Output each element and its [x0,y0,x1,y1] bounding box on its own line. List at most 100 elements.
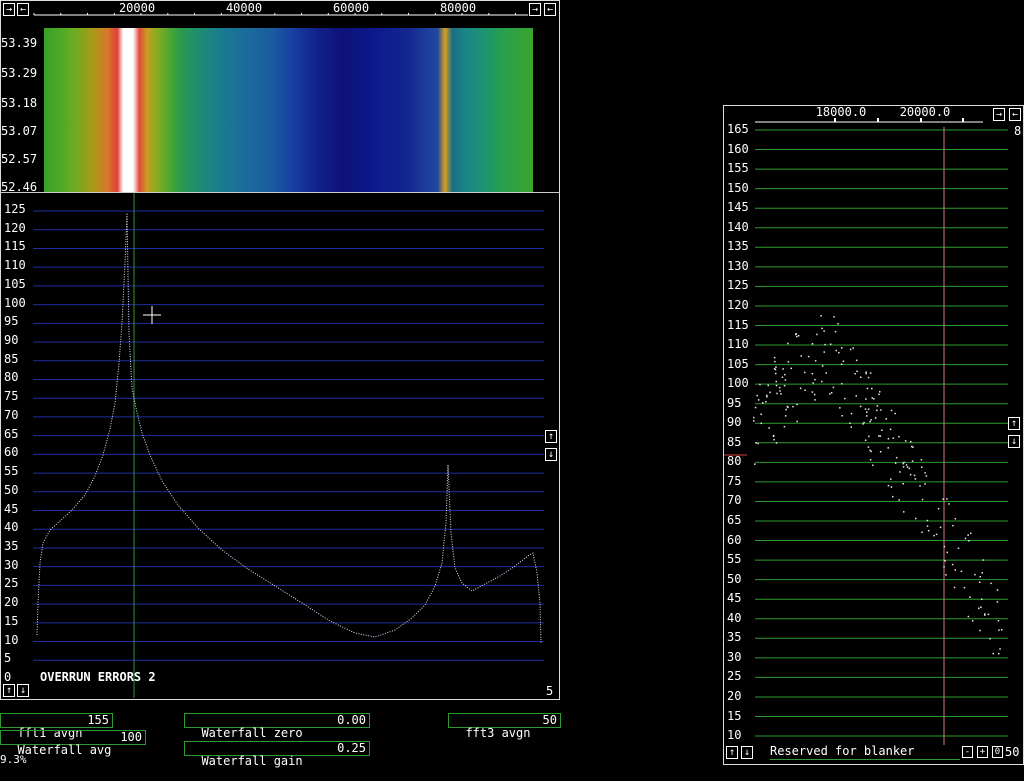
baseband-sample-dot [951,563,954,566]
baseband-y-tick-label: 130 [727,258,749,273]
baseband-sample-dot [905,464,908,466]
baseband-sample-dot [773,356,776,359]
baseband-sample-dot [867,446,870,448]
amplitude-up-button[interactable]: ↑ [545,430,557,443]
baseband-y-tick-label: 140 [727,219,749,234]
baseband-right-value: 8 [1014,124,1022,138]
baseband-sample-dot [799,387,802,390]
waterfall-zero-label: Waterfall zero [201,726,303,740]
frequency-scale[interactable]: 20000 40000 60000 80000 [0,0,560,28]
baseband-y-tick-label: 85 [727,434,742,449]
waterfall-gain-control[interactable]: Waterfall gain 0.25 [184,741,370,768]
baseband-sample-dot [790,367,792,370]
baseband-sample-dot [998,652,1000,655]
blanker-zero-button[interactable]: 0 [992,746,1003,758]
y-tick-label: 20 [4,595,19,610]
baseband-sample-dot [760,422,762,425]
fft1-avgn-control[interactable]: fft1 avgn 155 [0,713,113,740]
baseband-sample-dot [870,419,872,421]
baseband-sample-dot [867,376,870,379]
baseband-sample-dot [804,389,806,391]
baseband-y-tick-label: 25 [727,669,742,684]
waterfall-zero-value: 0.00 [337,713,366,727]
baseband-scale-down-button[interactable]: ↓ [741,746,753,759]
baseband-sample-dot [844,397,846,400]
baseband-sample-dot [924,483,926,485]
baseband-sample-dot [926,525,929,527]
freq-tick-label: 20000 [119,1,155,15]
scale-up-button[interactable]: ↑ [3,684,15,697]
waterfall-avg-label: Waterfall avg [17,743,112,757]
baseband-y-tick-label: 65 [727,513,742,527]
baseband-sample-dot [765,401,767,403]
baseband-sample-dot [921,531,923,533]
baseband-sample-dot [915,517,917,520]
blanker-label: Reserved for blanker [770,744,915,758]
baseband-amp-up-button[interactable]: ↑ [1008,417,1020,430]
y-tick-label: 0 [4,670,12,684]
baseband-y-tick-label: 115 [727,317,749,332]
baseband-sample-dot [835,349,837,352]
y-tick-label: 10 [4,632,19,647]
baseband-sample-dot [887,484,890,487]
baseband-y-tick-label: 120 [727,297,749,312]
baseband-sample-dot [945,574,947,576]
fft3-avgn-control[interactable]: fft3 avgn 50 [448,713,561,740]
baseband-amp-down-button[interactable]: ↓ [1008,435,1020,448]
baseband-scale-up-button[interactable]: ↑ [726,746,738,759]
baseband-sample-dot [855,395,857,397]
baseband-y-tick-label: 110 [727,337,749,352]
baseband-y-tick-label: 70 [727,493,742,508]
baseband-sample-dot [833,316,835,318]
baseband-sample-dot [871,397,873,399]
baseband-sample-dot [757,442,759,445]
waterfall-display[interactable] [44,28,533,192]
baseband-sample-dot [908,467,911,470]
scale-down-button[interactable]: ↓ [17,684,29,697]
baseband-sample-dot [879,435,882,437]
baseband-y-tick-label: 20 [727,688,742,703]
baseband-sample-dot [863,421,865,424]
baseband-y-tick-label: 100 [727,376,749,391]
baseband-y-tick-label: 60 [727,532,742,547]
baseband-sample-dot [881,429,883,431]
baseband-sample-dot [910,440,912,443]
baseband-sample-dot [824,343,826,346]
baseband-sample-dot [944,560,946,562]
baseband-sample-dot [787,342,789,345]
baseband-sample-dot [920,459,923,461]
baseband-sample-dot [895,456,898,459]
baseband-sample-dot [814,378,816,381]
baseband-sample-dot [775,372,777,375]
y-tick-label: 60 [4,445,19,460]
baseband-sample-dot [813,393,816,396]
spectrum-graph[interactable] [0,193,560,700]
y-tick-label: 30 [4,557,19,572]
baseband-sample-dot [981,572,983,574]
baseband-sample-dot [871,387,873,390]
y-tick-label: 65 [4,426,19,441]
baseband-sample-dot [773,438,775,441]
baseband-sample-dot [796,335,798,338]
waterfall-avg-control[interactable]: Waterfall avg 100 [0,730,146,757]
baseband-sample-dot [830,392,833,394]
waterfall-time-label: 53.39 [1,36,38,50]
baseband-sample-dot [767,384,769,387]
baseband-sample-dot [999,648,1001,650]
baseband-sample-dot [866,387,869,390]
baseband-sample-dot [957,547,960,550]
baseband-y-tick-label: 40 [727,610,742,625]
baseband-sample-dot [796,403,798,406]
baseband-sample-dot [890,486,893,488]
waterfall-zero-control[interactable]: Waterfall zero 0.00 [184,713,370,740]
cpu-load-text: 9.3% [0,753,27,766]
blanker-plus-button[interactable]: + [977,746,988,758]
baseband-graph[interactable] [723,105,1023,765]
baseband-sample-dot [968,540,970,542]
baseband-sample-dot [772,435,775,437]
amplitude-down-button[interactable]: ↓ [545,448,557,461]
baseband-sample-dot [933,534,935,537]
blanker-minus-button[interactable]: - [962,746,973,758]
baseband-sample-dot [990,582,992,585]
freq-tick-label: 40000 [226,1,262,15]
